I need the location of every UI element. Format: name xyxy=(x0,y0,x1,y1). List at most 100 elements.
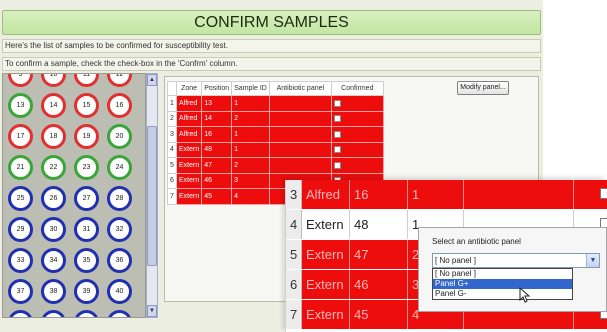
zoom-cell-zone: Alfred xyxy=(302,180,350,209)
zoom-row-number: 5 xyxy=(286,240,302,269)
cell-sample-id: 2 xyxy=(231,157,270,174)
sample-slot-circle[interactable]: 43 xyxy=(74,310,99,317)
cell-antibiotic-panel[interactable] xyxy=(268,110,332,127)
sample-slot-circle[interactable]: 35 xyxy=(74,248,99,273)
cell-antibiotic-panel[interactable] xyxy=(268,126,332,143)
antibiotic-panel-select[interactable]: [ No panel ] ▼ xyxy=(432,253,600,268)
row-number: 5 xyxy=(167,157,177,174)
sample-slot-circle[interactable]: 30 xyxy=(41,217,66,242)
confirm-checkbox[interactable] xyxy=(333,99,341,107)
zoom-cell-position: 16 xyxy=(350,180,408,209)
cell-confirmed xyxy=(330,110,384,127)
cell-zone: Extern xyxy=(175,141,203,158)
row-number: 6 xyxy=(167,172,177,189)
table-row[interactable]: 1 Alfred 13 1 xyxy=(167,95,384,112)
cell-position: 47 xyxy=(201,157,233,174)
cell-antibiotic-panel[interactable] xyxy=(268,141,332,158)
cell-zone: Extern xyxy=(175,157,203,174)
sample-slot-circle[interactable]: 16 xyxy=(107,93,132,118)
sample-slot-circle[interactable]: 11 xyxy=(74,74,99,87)
confirm-checkbox[interactable] xyxy=(333,115,341,123)
cell-antibiotic-panel[interactable] xyxy=(268,157,332,174)
cell-position: 13 xyxy=(201,95,233,112)
sample-slot-circle[interactable]: 33 xyxy=(8,248,33,273)
sample-slot-circle[interactable]: 32 xyxy=(107,217,132,242)
sample-slot-circle[interactable]: 29 xyxy=(8,217,33,242)
scroll-up-arrow-icon[interactable]: ▲ xyxy=(147,74,157,86)
sample-slot-circle[interactable]: 27 xyxy=(74,186,99,211)
table-header-row: Zone Position Sample ID Antibiotic panel… xyxy=(167,81,384,96)
sample-slot-circle[interactable]: 14 xyxy=(41,93,66,118)
zoom-table-row[interactable]: 3 Alfred 16 1 xyxy=(286,180,607,209)
sample-slot-circle[interactable]: 31 xyxy=(74,217,99,242)
table-row[interactable]: 2 Alfred 14 2 xyxy=(167,110,384,127)
row-number-header xyxy=(167,81,177,96)
sample-slot-circle[interactable]: 22 xyxy=(41,155,66,180)
zoom-cell-position: 46 xyxy=(350,270,408,299)
zoom-cell-confirmed xyxy=(574,180,607,209)
sample-slot-circle[interactable]: 20 xyxy=(107,124,132,149)
column-header-position[interactable]: Position xyxy=(201,81,233,96)
zoom-cell-position: 45 xyxy=(350,300,408,329)
sample-slot-circle[interactable]: 13 xyxy=(8,93,33,118)
sample-slot-circle[interactable]: 40 xyxy=(107,279,132,304)
cell-position: 48 xyxy=(201,141,233,158)
sample-slot-circle[interactable]: 38 xyxy=(41,279,66,304)
zoom-cell-sample-id: 1 xyxy=(408,180,464,209)
cell-zone: Alfred xyxy=(175,95,203,112)
sample-slot-circle[interactable]: 12 xyxy=(107,74,132,87)
sample-slot-circle[interactable]: 9 xyxy=(8,74,33,87)
sample-slot-circle[interactable]: 42 xyxy=(41,310,66,317)
sample-slot-circle[interactable]: 34 xyxy=(41,248,66,273)
confirm-checkbox[interactable] xyxy=(333,161,341,169)
confirm-checkbox[interactable] xyxy=(333,146,341,154)
cell-sample-id: 3 xyxy=(231,172,270,189)
sample-slot-circle[interactable]: 25 xyxy=(8,186,33,211)
antibiotic-panel-options: [ No panel ] Panel G+ Panel G- xyxy=(432,268,573,300)
cell-zone: Extern xyxy=(175,188,203,205)
sample-slot-circle[interactable]: 41 xyxy=(8,310,33,317)
column-header-confirmed[interactable]: Confirmed xyxy=(330,81,384,96)
sample-slot-circle[interactable]: 10 xyxy=(41,74,66,87)
sample-slot-circle[interactable]: 21 xyxy=(8,155,33,180)
sample-slot-circle[interactable]: 37 xyxy=(8,279,33,304)
sample-slot-circle[interactable]: 39 xyxy=(74,279,99,304)
antibiotic-panel-popup: Select an antibiotic panel [ No panel ] … xyxy=(418,227,607,312)
cell-sample-id: 2 xyxy=(231,110,270,127)
sample-slot-circle[interactable]: 44 xyxy=(107,310,132,317)
sample-slot-circle[interactable]: 28 xyxy=(107,186,132,211)
zoom-confirm-checkbox[interactable] xyxy=(600,188,607,199)
scroll-thumb[interactable] xyxy=(147,126,157,266)
antibiotic-panel-option[interactable]: [ No panel ] xyxy=(433,269,572,279)
row-number: 7 xyxy=(167,188,177,205)
sample-slot-circle[interactable]: 15 xyxy=(74,93,99,118)
zoom-row-number: 7 xyxy=(286,300,302,329)
confirm-checkbox[interactable] xyxy=(333,130,341,138)
zoom-cell-position: 48 xyxy=(350,210,408,239)
column-header-sample-id[interactable]: Sample ID xyxy=(231,81,270,96)
modify-panel-button[interactable]: Modify panel... xyxy=(457,81,509,95)
table-row[interactable]: 3 Alfred 16 1 xyxy=(167,126,384,143)
zoom-cell-antibiotic-panel[interactable] xyxy=(464,180,574,209)
sample-slot-circle[interactable]: 17 xyxy=(8,124,33,149)
select-value: [ No panel ] xyxy=(435,256,476,265)
sample-slot-circle[interactable]: 26 xyxy=(41,186,66,211)
row-number: 4 xyxy=(167,141,177,158)
zoom-row-number: 6 xyxy=(286,270,302,299)
cell-position: 14 xyxy=(201,110,233,127)
sample-slot-circle[interactable]: 19 xyxy=(74,124,99,149)
scroll-down-arrow-icon[interactable]: ▼ xyxy=(147,305,157,317)
cell-antibiotic-panel[interactable] xyxy=(268,95,332,112)
sample-slot-circle[interactable]: 24 xyxy=(107,155,132,180)
sample-slot-circle[interactable]: 18 xyxy=(41,124,66,149)
sample-slot-circle[interactable]: 23 xyxy=(74,155,99,180)
grid-scrollbar[interactable]: ▲ ▼ xyxy=(146,73,158,318)
sample-slot-circle[interactable]: 36 xyxy=(107,248,132,273)
column-header-antibiotic-panel[interactable]: Antibiotic panel xyxy=(268,81,332,96)
antibiotic-panel-option[interactable]: Panel G+ xyxy=(433,279,572,289)
table-row[interactable]: 4 Extern 48 1 xyxy=(167,141,384,158)
chevron-down-icon[interactable]: ▼ xyxy=(586,254,599,267)
table-row[interactable]: 5 Extern 47 2 xyxy=(167,157,384,174)
antibiotic-panel-option[interactable]: Panel G- xyxy=(433,289,572,299)
column-header-zone[interactable]: Zone xyxy=(175,81,203,96)
